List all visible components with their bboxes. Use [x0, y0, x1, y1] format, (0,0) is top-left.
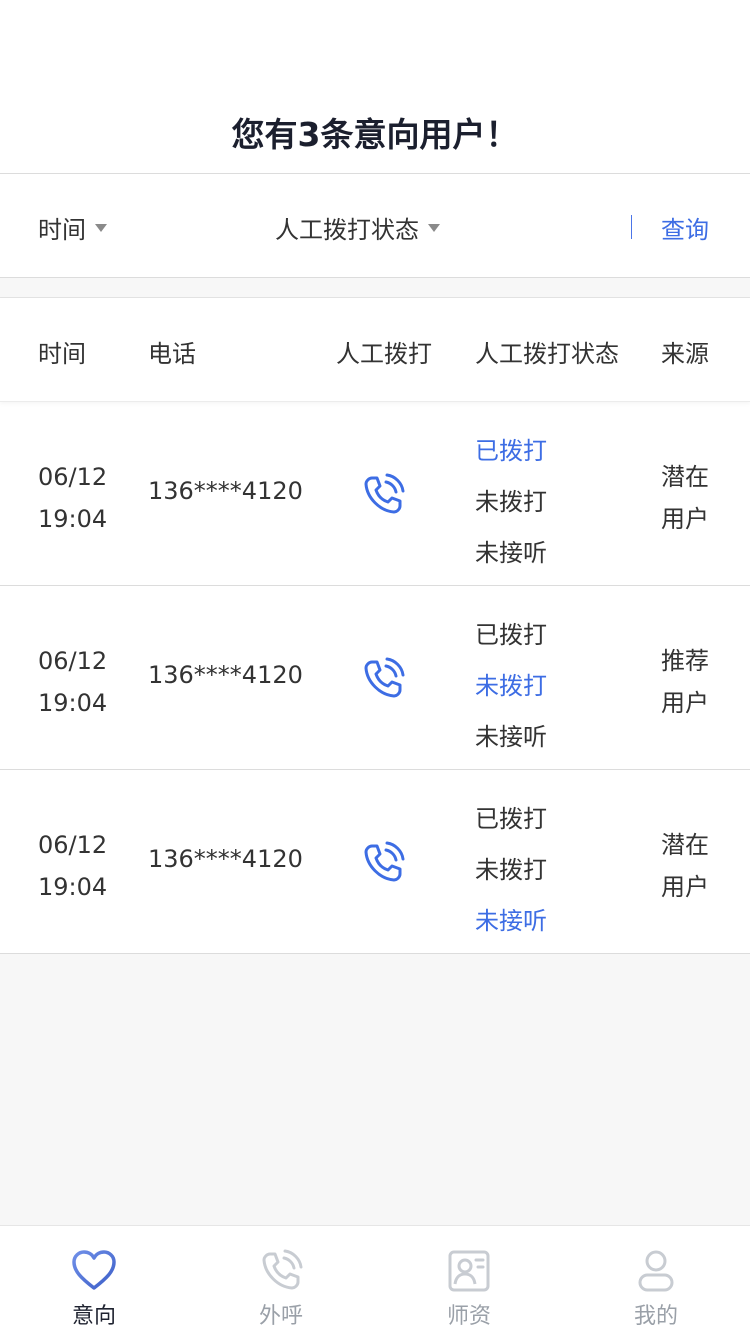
- status-option[interactable]: 已拨打: [475, 426, 547, 477]
- time-filter-label: 时间: [38, 216, 86, 244]
- table-row: 06/12 19:04 136****4120 已拨打 未拨打 未接听 潜在 用户: [0, 770, 750, 954]
- row-date: 06/12: [38, 463, 108, 491]
- query-button[interactable]: 查询: [661, 210, 709, 245]
- table-body: 06/12 19:04 136****4120 已拨打 未拨打 未接听 潜在 用户 …: [0, 402, 750, 954]
- row-date: 06/12: [38, 647, 108, 675]
- status-option[interactable]: 未接听: [475, 896, 547, 947]
- row-time: 06/12 19:04: [38, 824, 107, 908]
- tab-teachers-label: 师资: [446, 1304, 491, 1329]
- status-option[interactable]: 未接听: [475, 712, 547, 763]
- status-option[interactable]: 未接听: [475, 528, 547, 579]
- row-source-line2: 用户: [661, 505, 709, 533]
- phone-call-icon[interactable]: [360, 840, 406, 886]
- table-row: 06/12 19:04 136****4120 已拨打 未拨打 未接听 潜在 用户: [0, 402, 750, 586]
- user-icon: [638, 1250, 674, 1292]
- page-title: 您有3条意向用户！: [231, 115, 519, 154]
- column-header-source: 来源: [661, 340, 709, 368]
- tab-outbound[interactable]: 外呼: [187, 1226, 375, 1334]
- row-clock: 19:04: [38, 689, 108, 717]
- filter-divider: [631, 215, 632, 239]
- row-phone: 136****4120: [148, 661, 303, 689]
- row-clock: 19:04: [38, 873, 108, 901]
- row-status-options: 已拨打 未拨打 未接听: [475, 610, 547, 763]
- status-option[interactable]: 未拨打: [475, 661, 547, 712]
- row-source-line1: 潜在: [661, 463, 709, 491]
- column-header-phone: 电话: [148, 340, 196, 368]
- phone-call-icon: [262, 1249, 303, 1290]
- row-time: 06/12 19:04: [38, 640, 107, 724]
- page: 您有3条意向用户！ 时间 人工拨打状态 查询 时间 电话 人工拨打 人工拨打状态…: [0, 0, 750, 1334]
- bottom-tab-bar: 意向 外呼 师资 我的: [0, 1225, 750, 1334]
- column-header-call-status: 人工拨打状态: [475, 340, 619, 368]
- tab-mine-label: 我的: [633, 1304, 678, 1329]
- tab-intent[interactable]: 意向: [0, 1226, 188, 1334]
- row-source-line2: 用户: [661, 689, 709, 717]
- row-status-options: 已拨打 未拨打 未接听: [475, 794, 547, 947]
- caret-down-icon: [95, 223, 107, 232]
- row-status-options: 已拨打 未拨打 未接听: [475, 426, 547, 579]
- row-source-line1: 推荐: [661, 647, 709, 675]
- column-header-manual-call: 人工拨打: [336, 340, 432, 368]
- status-option[interactable]: 未拨打: [475, 477, 547, 528]
- tab-teachers[interactable]: 师资: [375, 1226, 563, 1334]
- time-filter-dropdown[interactable]: 时间: [38, 210, 107, 245]
- intent-users-table: 时间 电话 人工拨打 人工拨打状态 来源 06/12 19:04 136****…: [0, 297, 750, 954]
- row-phone: 136****4120: [148, 477, 303, 505]
- status-filter-dropdown[interactable]: 人工拨打状态: [275, 210, 440, 245]
- column-header-time: 时间: [38, 340, 86, 368]
- tab-intent-label: 意向: [71, 1304, 116, 1329]
- table-header: 时间 电话 人工拨打 人工拨打状态 来源: [0, 298, 750, 402]
- row-source: 潜在 用户: [661, 456, 721, 540]
- status-option[interactable]: 已拨打: [475, 610, 547, 661]
- row-source-line1: 潜在: [661, 831, 709, 859]
- row-source: 潜在 用户: [661, 824, 721, 908]
- tab-mine[interactable]: 我的: [562, 1226, 750, 1334]
- phone-call-icon[interactable]: [360, 472, 406, 518]
- caret-down-icon: [428, 223, 440, 232]
- row-clock: 19:04: [38, 505, 108, 533]
- heart-icon: [72, 1250, 116, 1290]
- table-row: 06/12 19:04 136****4120 已拨打 未拨打 未接听 推荐 用户: [0, 586, 750, 770]
- row-source: 推荐 用户: [661, 640, 721, 724]
- row-phone: 136****4120: [148, 845, 303, 873]
- tab-outbound-label: 外呼: [258, 1304, 303, 1329]
- row-date: 06/12: [38, 831, 108, 859]
- status-option[interactable]: 已拨打: [475, 794, 547, 845]
- teacher-card-icon: [448, 1250, 490, 1292]
- phone-call-icon[interactable]: [360, 656, 406, 702]
- status-option[interactable]: 未拨打: [475, 845, 547, 896]
- status-filter-label: 人工拨打状态: [275, 216, 419, 244]
- header: 您有3条意向用户！: [0, 0, 750, 174]
- row-time: 06/12 19:04: [38, 456, 107, 540]
- row-source-line2: 用户: [661, 873, 709, 901]
- filter-bar: 时间 人工拨打状态 查询: [0, 174, 750, 278]
